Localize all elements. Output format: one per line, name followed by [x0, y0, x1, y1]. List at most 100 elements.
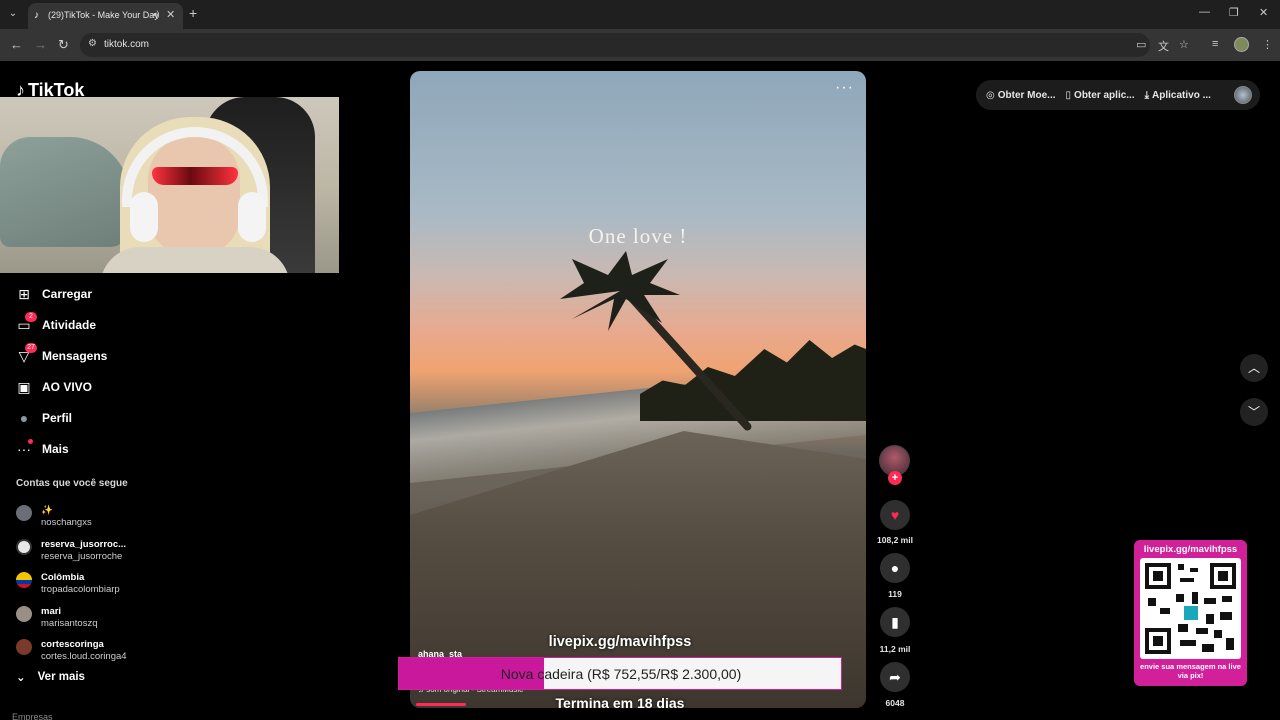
qr-url: livepix.gg/mavihfpss — [1143, 544, 1238, 555]
webcam-shirt — [100, 247, 290, 273]
avatar — [16, 505, 32, 521]
sidebar-item-profile[interactable]: ● Perfil — [16, 402, 336, 433]
webcam-overlay — [0, 97, 339, 273]
donation-goal-bar: Nova cadeira (R$ 752,55/R$ 2.300,00) — [398, 657, 842, 690]
sidebar-nav: ⊞ Carregar ▭ 2 Atividade ▽ 27 Mensagens ▣ … — [16, 278, 336, 464]
footer-link[interactable]: Empresas — [12, 712, 53, 720]
bookmark-star-icon[interactable]: ☆ — [1179, 38, 1189, 51]
account-name: ✨ — [41, 505, 53, 516]
tab-title: (29)TikTok - Make Your Day — [48, 10, 159, 20]
previous-video-icon[interactable]: ︿ — [1240, 354, 1268, 382]
video-more-icon[interactable]: ··· — [835, 79, 854, 97]
qr-code-graphic — [1145, 563, 1236, 654]
get-coins-label: Obter Moe... — [997, 89, 1056, 101]
list-item[interactable]: reserva_jusorroc... reserva_jusorroche — [16, 534, 316, 568]
comment-icon[interactable]: ● — [880, 553, 910, 583]
phone-icon: ▯ — [1065, 89, 1072, 101]
comment-count: 119 — [888, 589, 902, 599]
sidebar-item-label: Perfil — [42, 410, 73, 425]
sidebar-item-live[interactable]: ▣ AO VIVO — [16, 371, 336, 402]
account-handle: cortes.loud.coringa4 — [41, 651, 127, 662]
webcam-headset-cup-right — [238, 192, 266, 242]
account-name: cortescoringa — [41, 639, 104, 650]
follow-plus-icon[interactable]: + — [888, 471, 902, 485]
cast-icon[interactable]: ▭ — [1136, 38, 1146, 51]
translate-icon[interactable]: 文 — [1158, 38, 1169, 54]
following-list: ✨ noschangxs reserva_jusorroc... reserva… — [16, 500, 316, 668]
save-count: 11,2 mil — [879, 644, 911, 654]
more-badge-dot — [28, 438, 33, 444]
sidebar-item-label: AO VIVO — [42, 379, 93, 394]
avatar — [16, 538, 32, 555]
bookmark-icon[interactable]: ▮ — [880, 607, 910, 637]
account-handle: marisantoszq — [41, 617, 98, 629]
account-name: mari — [41, 605, 62, 617]
webcam-headset-cup-left — [130, 192, 158, 242]
activity-badge: 2 — [25, 311, 37, 322]
sidebar-item-label: Carregar — [42, 286, 93, 301]
tab-close-icon[interactable]: ✕ — [166, 8, 175, 21]
video-palm-fronds — [560, 251, 680, 331]
livepix-qr-overlay: livepix.gg/mavihfpss envie sua mensagem … — [1134, 540, 1247, 686]
list-item[interactable]: ✨ noschangxs — [16, 500, 316, 534]
browser-tab[interactable]: ♪ (29)TikTok - Make Your Day ◂) ✕ — [28, 3, 183, 29]
browser-menu-icon[interactable]: ⋮ — [1262, 38, 1273, 51]
sidebar-item-label: Mais — [42, 441, 69, 456]
upload-icon: ⊞ — [18, 285, 30, 302]
list-item[interactable]: Colômbia tropadacolombiarp — [16, 567, 316, 601]
webcam-pillow — [0, 137, 130, 247]
messages-icon-wrap: ▽ 27 — [16, 342, 37, 364]
get-coins-button[interactable]: ◎ Obter Moe... — [986, 90, 1056, 101]
back-icon[interactable]: ← — [10, 37, 23, 52]
sidebar-item-label: Atividade — [42, 317, 97, 332]
coin-icon: ◎ — [986, 89, 995, 101]
sidebar-item-upload[interactable]: ⊞ Carregar — [16, 278, 336, 309]
account-name: reserva_jusorroc... — [41, 538, 127, 550]
qr-message: envie sua mensagem na live via pix! — [1140, 662, 1241, 680]
sidebar-item-messages[interactable]: ▽ 27 Mensagens — [16, 340, 336, 371]
sidebar-item-label: Mensagens — [42, 348, 108, 363]
desktop-app-button[interactable]: ⤓ Aplicativo ... — [1145, 90, 1211, 101]
maximize-icon[interactable]: ❐ — [1229, 6, 1239, 19]
like-heart-icon[interactable]: ♥ — [880, 500, 910, 530]
desktop-app-label: Aplicativo ... — [1152, 89, 1211, 101]
see-more-button[interactable]: ⌄ Ver mais — [16, 670, 85, 684]
site-info-icon[interactable]: ⚙ — [88, 38, 97, 49]
video-player[interactable]: One love ! ··· ahana_sta ♫ som original … — [410, 71, 866, 708]
sidebar-item-activity[interactable]: ▭ 2 Atividade — [16, 309, 336, 340]
header-actions: ◎ Obter Moe... ▯ Obter aplic... ⤓ Aplicativ… — [976, 80, 1260, 110]
share-count: 6048 — [885, 698, 905, 708]
account-name: Colômbia — [41, 572, 85, 583]
profile-icon: ● — [19, 409, 29, 426]
close-window-icon[interactable]: ✕ — [1259, 6, 1268, 19]
browser-tab-bar: ⌄ ♪ (29)TikTok - Make Your Day ◂) ✕ + — … — [0, 0, 1280, 29]
donation-goal-text: Nova cadeira (R$ 752,55/R$ 2.300,00) — [500, 666, 742, 682]
goal-end-text: Termina em 18 dias — [555, 695, 685, 711]
new-tab-icon[interactable]: + — [189, 5, 197, 21]
list-item[interactable]: mari marisantoszq — [16, 601, 316, 635]
minimize-icon[interactable]: — — [1199, 6, 1210, 18]
next-video-icon[interactable]: ﹀ — [1240, 398, 1268, 426]
forward-icon[interactable]: → — [34, 37, 47, 52]
account-handle: reserva_jusorroche — [41, 550, 123, 562]
tab-audio-icon[interactable]: ◂) — [152, 9, 160, 20]
video-caption: One love ! — [588, 224, 688, 248]
browser-profile-avatar[interactable] — [1234, 37, 1249, 52]
url-field[interactable]: ⚙ tiktok.com — [80, 33, 1150, 57]
tiktok-favicon-icon: ♪ — [34, 10, 39, 21]
reload-icon[interactable]: ↻ — [58, 37, 69, 53]
more-icon-wrap: ··· — [16, 438, 33, 457]
following-heading: Contas que você segue — [16, 478, 128, 489]
qr-code — [1140, 558, 1241, 659]
activity-icon-wrap: ▭ 2 — [16, 311, 37, 333]
share-icon[interactable]: ➦ — [880, 662, 910, 692]
sidebar-item-more[interactable]: ··· Mais — [16, 433, 336, 464]
user-avatar[interactable] — [1234, 86, 1252, 104]
get-app-label: Obter aplic... — [1074, 89, 1135, 101]
get-app-button[interactable]: ▯ Obter aplic... — [1066, 90, 1135, 101]
tab-search-icon[interactable]: ⌄ — [5, 6, 21, 22]
list-item[interactable]: cortescoringa cortes.loud.coringa4 — [16, 634, 316, 668]
see-more-label: Ver mais — [37, 671, 85, 683]
playlist-icon[interactable]: ≡ — [1212, 38, 1218, 50]
url-text: tiktok.com — [104, 39, 150, 50]
